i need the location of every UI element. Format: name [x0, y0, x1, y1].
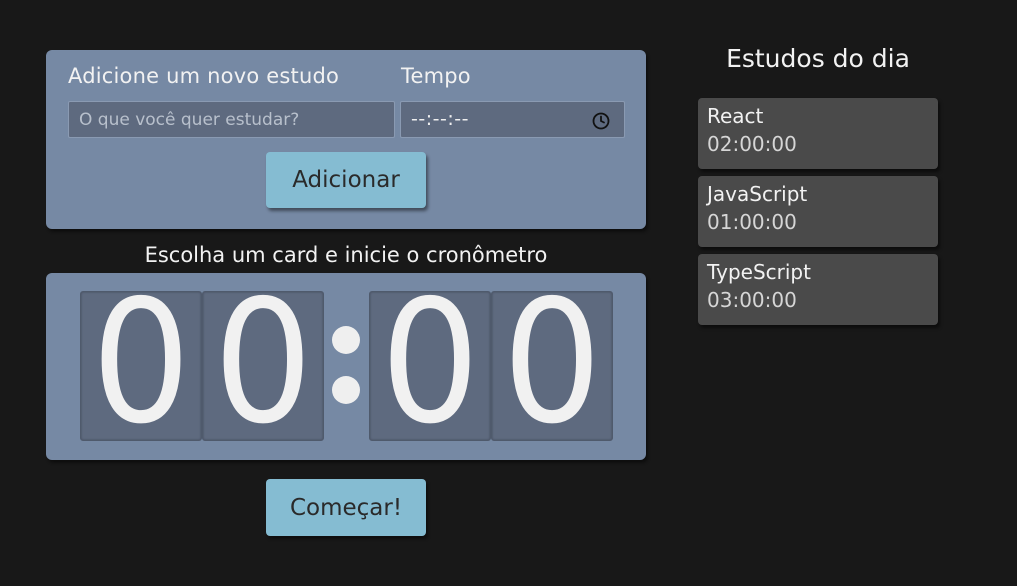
minutes-units-digit: 0	[202, 291, 324, 441]
colon-dot-top	[332, 326, 360, 354]
seconds-tens-digit: 0	[369, 291, 491, 441]
study-item-react[interactable]: React 02:00:00	[698, 98, 938, 169]
time-input[interactable]: --:--:--	[400, 101, 625, 138]
study-item-javascript[interactable]: JavaScript 01:00:00	[698, 176, 938, 247]
study-list-title: Estudos do dia	[726, 44, 910, 73]
clock-icon[interactable]	[592, 112, 610, 130]
study-field	[68, 101, 395, 138]
study-item-name: React	[707, 104, 764, 128]
start-button[interactable]: Começar!	[266, 479, 426, 536]
study-item-time: 03:00:00	[707, 288, 797, 312]
time-label: Tempo	[401, 64, 471, 88]
study-label: Adicione um novo estudo	[68, 64, 340, 88]
seconds-units-digit: 0	[491, 291, 613, 441]
add-button[interactable]: Adicionar	[266, 152, 426, 208]
timer-title: Escolha um card e inicie o cronômetro	[144, 243, 548, 267]
study-item-time: 02:00:00	[707, 132, 797, 156]
study-item-typescript[interactable]: TypeScript 03:00:00	[698, 254, 938, 325]
stopwatch: 0 0 0 0	[46, 273, 646, 460]
new-study-form: Adicione um novo estudo Tempo --:--:-- A…	[46, 50, 646, 229]
study-item-name: TypeScript	[707, 260, 811, 284]
colon-dot-bottom	[332, 376, 360, 404]
study-item-name: JavaScript	[707, 182, 808, 206]
study-item-time: 01:00:00	[707, 210, 797, 234]
time-input-value: --:--:--	[411, 108, 469, 130]
minutes-tens-digit: 0	[80, 291, 202, 441]
study-input[interactable]	[69, 102, 394, 137]
